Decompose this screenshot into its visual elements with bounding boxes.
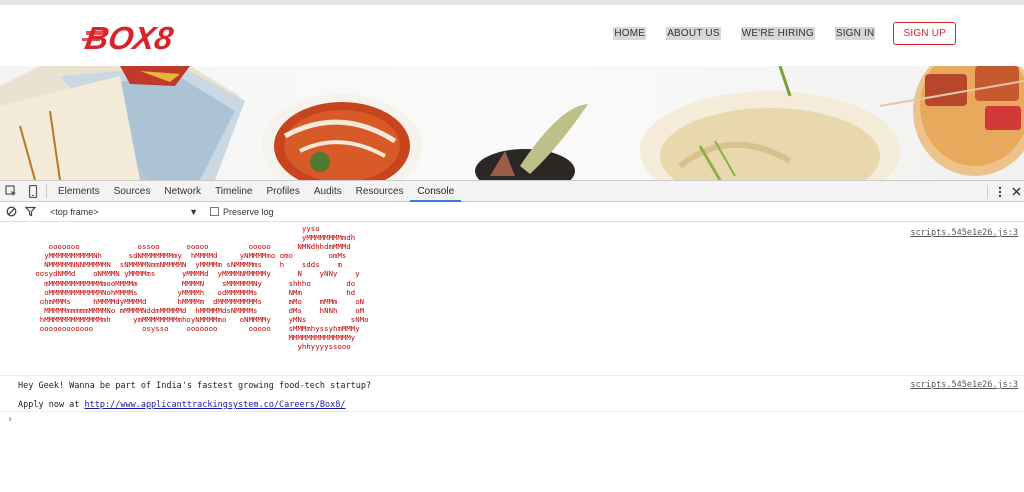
devtools-panel: Elements Sources Network Timeline Profil… <box>0 180 1024 492</box>
preserve-log-label: Preserve log <box>223 206 274 217</box>
tab-timeline[interactable]: Timeline <box>208 181 259 202</box>
nav-about-link[interactable]: ABOUT US <box>666 27 721 40</box>
ascii-art-logo: yyso yMMMMMMMMmdh ooooooo ossoo ooooo oo… <box>35 224 369 352</box>
chevron-down-icon: ▼ <box>189 206 198 217</box>
inspect-icon[interactable] <box>0 181 22 202</box>
close-icon[interactable] <box>1008 181 1024 202</box>
console-message-hiring: Hey Geek! Wanna be part of India's faste… <box>0 376 1024 412</box>
tab-sources[interactable]: Sources <box>107 181 158 202</box>
tab-elements[interactable]: Elements <box>51 181 107 202</box>
console-message-ascii-art: yyso yMMMMMMMMmdh ooooooo ossoo ooooo oo… <box>0 222 1024 376</box>
preserve-log-checkbox[interactable] <box>210 207 219 216</box>
frame-select-value: <top frame> <box>50 206 99 217</box>
frame-select[interactable]: <top frame> ▼ <box>50 207 198 217</box>
box8-logo[interactable]: BOX8 <box>82 13 200 59</box>
source-link[interactable]: scripts.545e1e26.js:3 <box>911 228 1018 238</box>
tab-separator <box>46 184 47 198</box>
nav-hiring-link[interactable]: WE'RE HIRING <box>740 27 815 40</box>
devtools-window-controls <box>985 181 1024 202</box>
preserve-log-toggle[interactable]: Preserve log <box>210 207 274 217</box>
source-link[interactable]: scripts.545e1e26.js:3 <box>911 380 1018 390</box>
device-icon[interactable] <box>22 181 44 202</box>
clear-icon[interactable] <box>0 201 22 222</box>
hiring-message-line2: Apply now at http://www.applicanttrackin… <box>18 400 346 410</box>
filter-icon[interactable] <box>22 201 38 222</box>
tab-resources[interactable]: Resources <box>349 181 411 202</box>
tab-audits[interactable]: Audits <box>307 181 349 202</box>
console-prompt-row[interactable]: › <box>0 412 1024 428</box>
hiring-message-line1: Hey Geek! Wanna be part of India's faste… <box>18 381 372 391</box>
console-output: yyso yMMMMMMMMmdh ooooooo ossoo ooooo oo… <box>0 222 1024 428</box>
careers-link[interactable]: http://www.applicanttrackingsystem.co/Ca… <box>85 400 346 410</box>
tab-profiles[interactable]: Profiles <box>259 181 306 202</box>
food-banner-image <box>0 66 1024 180</box>
control-separator <box>987 184 988 199</box>
nav-home-link[interactable]: HOME <box>613 27 647 40</box>
nav-signin-link[interactable]: SIGN IN <box>834 27 876 40</box>
signup-button[interactable]: SIGN UP <box>893 22 956 45</box>
more-icon[interactable] <box>992 181 1008 202</box>
hiring-message-prefix: Apply now at <box>18 400 85 410</box>
devtools-tab-bar: Elements Sources Network Timeline Profil… <box>0 181 1024 202</box>
main-nav: HOME ABOUT US WE'RE HIRING SIGN IN SIGN … <box>593 22 956 45</box>
tab-network[interactable]: Network <box>157 181 208 202</box>
console-prompt-icon: › <box>7 414 14 425</box>
console-toolbar: <top frame> ▼ Preserve log <box>0 202 1024 222</box>
site-header: BOX8 HOME ABOUT US WE'RE HIRING SIGN IN … <box>0 5 1024 66</box>
tab-console[interactable]: Console <box>410 181 462 202</box>
